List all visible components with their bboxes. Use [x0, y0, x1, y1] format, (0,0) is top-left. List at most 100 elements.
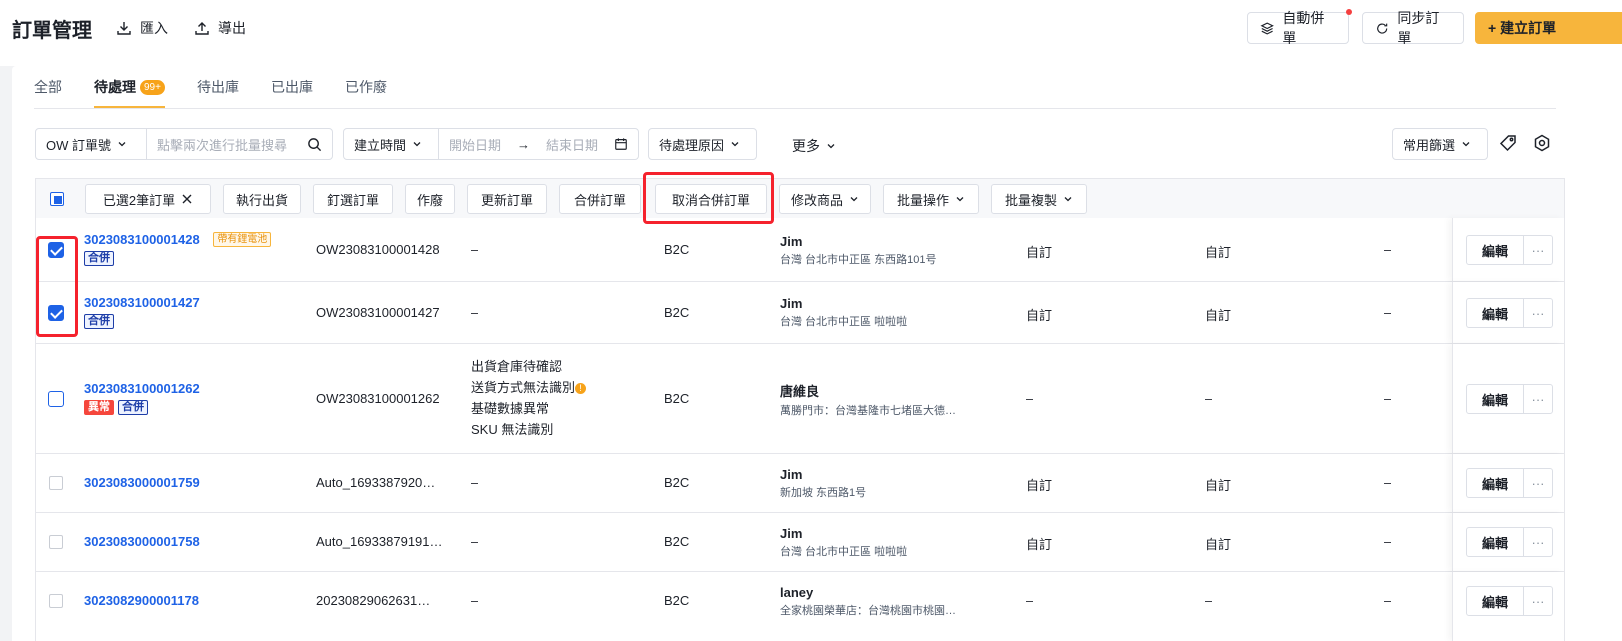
warning-icon[interactable]: !	[575, 383, 587, 395]
recipient-address: 台灣 台北市中正區 啦啦啦	[780, 546, 908, 558]
edit-button[interactable]: 編輯	[1466, 298, 1524, 328]
edit-button[interactable]: 編輯	[1466, 586, 1524, 616]
order-type-cell: B2C	[664, 305, 690, 320]
tab-label: 全部	[34, 79, 62, 95]
settings-button[interactable]	[1531, 132, 1553, 154]
row-actions: 編輯 ···	[1452, 454, 1564, 512]
order-number-link[interactable]: 3023083100001262	[84, 381, 200, 396]
edit-button[interactable]: 編輯	[1466, 468, 1524, 498]
edit-button[interactable]: 編輯	[1466, 527, 1524, 557]
more-actions-button[interactable]: ···	[1523, 384, 1553, 414]
tab-label: 已作廢	[344, 79, 387, 95]
recipient-name: 唐維良	[780, 384, 820, 399]
custom-cell-2: 自訂	[1205, 308, 1232, 323]
update-order-button[interactable]: 更新訂單	[467, 184, 547, 214]
more-actions-button[interactable]: ···	[1523, 235, 1553, 265]
order-field-select[interactable]: OW 訂單號	[36, 129, 146, 159]
pending-reason-cell: 出貨倉庫待確認 送貨方式無法識別! 基礎數據異常 SKU 無法識別	[471, 356, 587, 440]
batch-ops-button[interactable]: 批量操作	[883, 184, 979, 214]
calendar-icon	[615, 138, 627, 150]
date-range-input[interactable]: 開始日期 → 結束日期	[438, 129, 638, 159]
custom-cell-1: 自訂	[1026, 537, 1053, 552]
row-checkbox[interactable]	[48, 391, 64, 407]
batch-copy-button[interactable]: 批量複製	[991, 184, 1087, 214]
tag-button[interactable]	[1497, 132, 1519, 154]
order-number-link[interactable]: 3023083000001759	[84, 475, 200, 490]
download-icon	[117, 22, 131, 35]
create-order-button[interactable]: + 建立訂單	[1475, 12, 1622, 44]
row-actions: 編輯 ···	[1452, 282, 1564, 343]
ship-label: 執行出貨	[235, 192, 288, 208]
pending-reason-label: 待處理原因	[659, 137, 725, 153]
pending-reason-filter[interactable]: 待處理原因	[648, 128, 757, 160]
recipient-cell: laney 全家桃園榮華店：台灣桃園市桃園…	[780, 585, 980, 618]
table-row[interactable]: 3023083000001758 Auto_16933879191… – B2C…	[35, 513, 1565, 572]
common-filter-label: 常用篩選	[1403, 137, 1456, 153]
order-type-cell: B2C	[664, 534, 690, 549]
export-label: 導出	[218, 20, 246, 36]
recipient-name: Jim	[780, 467, 803, 482]
select-all-checkbox[interactable]	[50, 192, 64, 206]
tab-divider	[34, 108, 1556, 109]
row-checkbox[interactable]	[49, 594, 63, 608]
order-number-link[interactable]: 3023083100001428	[84, 232, 200, 247]
import-button[interactable]: 匯入	[116, 18, 168, 38]
custom-cell-1: 自訂	[1026, 308, 1053, 323]
custom-cell-2: 自訂	[1205, 537, 1232, 552]
order-number-link[interactable]: 3023082900001178	[84, 593, 199, 608]
row-actions: 編輯 ···	[1452, 218, 1564, 281]
order-number-link[interactable]: 3023083000001758	[84, 534, 200, 549]
tab-awaiting-outbound[interactable]: 待出庫	[197, 66, 239, 108]
tab-shipped[interactable]: 已出庫	[271, 66, 313, 108]
sync-orders-button[interactable]: 同步訂單	[1362, 10, 1464, 46]
tab-pending[interactable]: 待處理 99+	[94, 66, 165, 108]
pending-reason-cell: –	[471, 534, 479, 549]
row-checkbox[interactable]	[49, 535, 63, 549]
reason-item: 基礎數據異常	[471, 401, 550, 416]
row-checkbox[interactable]	[49, 476, 63, 490]
auto-merge-button[interactable]: 自動併單	[1247, 9, 1352, 46]
modify-goods-button[interactable]: 修改商品	[779, 184, 871, 214]
pin-order-button[interactable]: 釘選訂單	[313, 184, 393, 214]
merge-order-button[interactable]: 合併訂單	[559, 184, 641, 214]
more-filters-button[interactable]: 更多	[792, 136, 836, 156]
row-actions: 編輯 ···	[1452, 344, 1564, 453]
more-actions-button[interactable]: ···	[1523, 298, 1553, 328]
more-actions-button[interactable]: ···	[1523, 586, 1553, 616]
search-icon[interactable]	[307, 137, 322, 152]
more-actions-button[interactable]: ···	[1523, 527, 1553, 557]
edit-button[interactable]: 編輯	[1466, 384, 1524, 414]
pending-reason-cell: –	[471, 305, 479, 320]
order-number-link[interactable]: 3023083100001427	[84, 295, 200, 310]
tab-voided[interactable]: 已作廢	[345, 66, 387, 108]
selected-count-chip[interactable]: 已選2筆訂單	[85, 184, 211, 214]
tab-all[interactable]: 全部	[34, 66, 62, 108]
start-date-placeholder: 開始日期	[449, 137, 502, 153]
edit-button[interactable]: 編輯	[1466, 235, 1524, 265]
pin-label: 釘選訂單	[326, 192, 379, 208]
table-row[interactable]: 3023082900001178 20230829062631… – B2C l…	[35, 572, 1565, 641]
void-button[interactable]: 作廢	[405, 184, 455, 214]
time-field-select[interactable]: 建立時間	[344, 129, 438, 159]
ship-button[interactable]: 執行出貨	[223, 184, 301, 214]
custom-cell-3: –	[1384, 305, 1392, 320]
layers-icon	[1260, 21, 1274, 35]
tab-label: 待處理	[94, 79, 136, 95]
common-filter-select[interactable]: 常用篩選	[1392, 128, 1488, 160]
reason-item: SKU 無法識別	[471, 422, 554, 437]
recipient-cell: Jim 台灣 台北市中正區 啦啦啦	[780, 296, 907, 329]
close-icon[interactable]	[181, 193, 193, 205]
bulk-action-bar: 已選2筆訂單 執行出貨 釘選訂單 作廢 更新訂單 合併訂單 取消合併訂單 修改商…	[35, 178, 1565, 218]
recipient-cell: Jim 台灣 台北市中正區 啦啦啦	[780, 526, 907, 559]
table-row[interactable]: 3023083100001427 合併 OW23083100001427 – B…	[35, 282, 1565, 344]
table-row[interactable]: 3023083100001262 異常 合併 OW23083100001262 出…	[35, 344, 1565, 454]
export-button[interactable]: 導出	[194, 18, 246, 38]
table-row[interactable]: 3023083100001428 帶有鋰電池 合併 OW230831000014…	[35, 218, 1565, 282]
more-label: 更多	[792, 138, 820, 154]
more-actions-button[interactable]: ···	[1523, 468, 1553, 498]
custom-cell-1: 自訂	[1026, 478, 1053, 493]
chevron-down-icon	[956, 197, 964, 202]
ow-number-cell: 20230829062631…	[316, 593, 431, 608]
search-input[interactable]: 點擊兩次進行批量搜尋	[146, 129, 332, 159]
table-row[interactable]: 3023083000001759 Auto_1693387920… – B2C …	[35, 454, 1565, 513]
